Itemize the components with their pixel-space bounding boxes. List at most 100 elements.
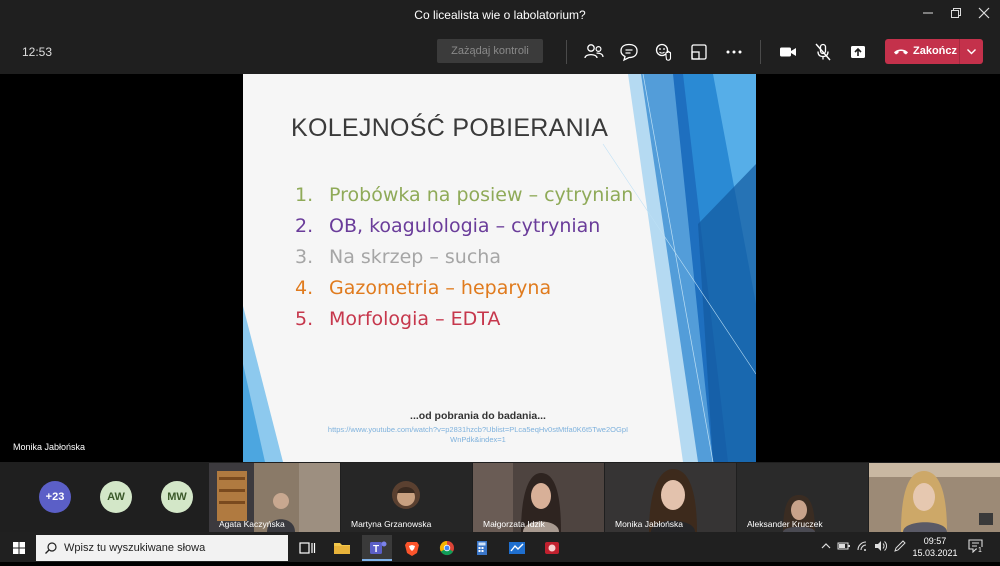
window-title: Co licealista wie o labolatorium? bbox=[414, 8, 586, 22]
battery-icon bbox=[837, 542, 850, 550]
participant-tile[interactable]: Agata Kaczyńska bbox=[209, 463, 340, 532]
slide-title: KOLEJNOŚĆ POBIERANIA bbox=[291, 114, 609, 142]
slide-item-text: Na skrzep – sucha bbox=[329, 246, 501, 268]
whiteboard-icon bbox=[509, 542, 525, 554]
meeting-toolbar: 12:53 Zażądaj kontroli Zakończ bbox=[0, 30, 1000, 74]
minimize-button[interactable] bbox=[914, 4, 942, 26]
task-view-button[interactable] bbox=[292, 535, 322, 561]
presentation-slide: KOLEJNOŚĆ POBIERANIA 1. Probówka na posi… bbox=[243, 74, 756, 462]
taskbar-app-media[interactable] bbox=[537, 535, 567, 561]
participant-name: Małgorzata Idzik bbox=[483, 519, 545, 529]
task-view-icon bbox=[299, 542, 316, 554]
participant-name: Aleksander Kruczek bbox=[747, 519, 823, 529]
taskbar-date: 15.03.2021 bbox=[912, 548, 958, 558]
slide-list-item: 3. Na skrzep – sucha bbox=[295, 242, 655, 273]
participant-name: Agata Kaczyńska bbox=[219, 519, 285, 529]
more-actions-button[interactable] bbox=[722, 40, 746, 64]
shared-content-stage: KOLEJNOŚĆ POBIERANIA 1. Probówka na posi… bbox=[0, 74, 1000, 462]
notification-count-badge: 1 bbox=[977, 547, 983, 554]
participant-gallery: +23 AW MW Agata Kaczyńska Martyna Grzano… bbox=[0, 462, 1000, 532]
taskbar-time: 09:57 bbox=[923, 536, 947, 546]
minimize-icon bbox=[923, 12, 933, 14]
slide-item-number: 2. bbox=[295, 215, 314, 237]
taskbar-clock[interactable]: 09:57 15.03.2021 bbox=[911, 535, 959, 559]
avatar[interactable]: AW bbox=[100, 481, 132, 513]
taskbar-app-brave[interactable] bbox=[397, 535, 427, 561]
toolbar-divider bbox=[566, 40, 567, 64]
chevron-up-icon bbox=[821, 543, 831, 549]
restore-icon bbox=[951, 8, 961, 18]
slide-list-item: 2. OB, koagulologia – cytrynian bbox=[295, 211, 655, 242]
brave-browser-icon bbox=[405, 542, 419, 556]
slide-item-number: 1. bbox=[295, 184, 314, 206]
taskbar-app-calculator[interactable] bbox=[467, 535, 497, 561]
participant-video bbox=[869, 463, 1000, 532]
toolbar-divider bbox=[760, 40, 761, 64]
maximize-button[interactable] bbox=[942, 4, 970, 26]
end-call-split bbox=[959, 39, 960, 64]
taskbar-app-chrome[interactable] bbox=[432, 535, 462, 561]
taskbar-search-box[interactable]: Wpisz tu wyszukiwane słowa bbox=[36, 535, 288, 561]
search-icon bbox=[45, 542, 57, 554]
more-participants-badge[interactable]: +23 bbox=[39, 481, 71, 513]
close-icon bbox=[978, 7, 990, 19]
slide-list: 1. Probówka na posiew – cytrynian 2. OB,… bbox=[295, 180, 655, 335]
chevron-down-icon[interactable] bbox=[966, 47, 977, 56]
participant-tile[interactable]: Martyna Grzanowska bbox=[341, 463, 472, 532]
breakout-rooms-icon bbox=[691, 44, 707, 60]
speaker-icon bbox=[875, 541, 887, 551]
presenter-name-label: Monika Jabłońska bbox=[13, 442, 86, 452]
participant-tile[interactable]: Aleksander Kruczek bbox=[737, 463, 868, 532]
camera-icon bbox=[780, 47, 796, 57]
participant-tile[interactable]: Monika Jabłońska bbox=[605, 463, 736, 532]
more-icon bbox=[726, 50, 742, 54]
teams-icon: T bbox=[370, 541, 387, 555]
hand-raise-icon bbox=[655, 43, 672, 61]
share-screen-icon bbox=[851, 46, 865, 58]
slide-link-line1[interactable]: https://www.youtube.com/watch?v=p2831hzc… bbox=[243, 425, 713, 434]
tray-wifi[interactable] bbox=[856, 540, 870, 555]
action-center-button[interactable]: 1 bbox=[968, 539, 984, 556]
end-call-label: Zakończ bbox=[913, 45, 958, 57]
svg-text:T: T bbox=[373, 544, 379, 555]
taskbar-app-teams[interactable]: T bbox=[362, 535, 392, 561]
taskbar-app-explorer[interactable] bbox=[327, 535, 357, 561]
participant-name: Martyna Grzanowska bbox=[351, 519, 432, 529]
microphone-button[interactable] bbox=[811, 40, 835, 64]
tray-battery[interactable] bbox=[837, 540, 851, 555]
people-icon bbox=[584, 44, 604, 59]
slide-item-text: Gazometria – heparyna bbox=[329, 277, 552, 299]
slide-item-number: 4. bbox=[295, 277, 314, 299]
slide-list-item: 5. Morfologia – EDTA bbox=[295, 304, 655, 335]
start-button[interactable] bbox=[4, 535, 34, 561]
windows-logo-icon bbox=[13, 542, 25, 554]
os-taskbar: Wpisz tu wyszukiwane słowa T 09:57 15.03… bbox=[0, 532, 1000, 562]
close-window-button[interactable] bbox=[970, 4, 998, 26]
wifi-icon bbox=[857, 541, 867, 551]
camera-button[interactable] bbox=[776, 40, 800, 64]
tray-pen[interactable] bbox=[893, 540, 907, 555]
tray-volume[interactable] bbox=[874, 540, 888, 555]
participant-tile[interactable]: Małgorzata Idzik bbox=[473, 463, 604, 532]
slide-item-text: OB, koagulologia – cytrynian bbox=[329, 215, 601, 237]
participant-tile[interactable] bbox=[869, 463, 1000, 532]
participants-button[interactable] bbox=[582, 40, 606, 64]
taskbar-app-whiteboard[interactable] bbox=[502, 535, 532, 561]
slide-link-line2[interactable]: WnPdk&index=1 bbox=[243, 435, 713, 444]
breakout-rooms-button[interactable] bbox=[687, 40, 711, 64]
participant-name: Monika Jabłońska bbox=[615, 519, 684, 529]
meeting-timer: 12:53 bbox=[22, 45, 53, 59]
tray-overflow-button[interactable] bbox=[820, 540, 832, 555]
slide-item-text: Probówka na posiew – cytrynian bbox=[329, 184, 634, 206]
phone-hangup-icon bbox=[894, 49, 908, 55]
reactions-button[interactable] bbox=[652, 40, 676, 64]
request-control-button[interactable]: Zażądaj kontroli bbox=[437, 39, 543, 63]
chat-button[interactable] bbox=[617, 40, 641, 64]
search-placeholder: Wpisz tu wyszukiwane słowa bbox=[64, 542, 206, 554]
slide-item-text: Morfologia – EDTA bbox=[329, 308, 501, 330]
folder-icon bbox=[334, 543, 350, 554]
end-call-button[interactable]: Zakończ bbox=[885, 39, 983, 64]
calculator-icon bbox=[477, 541, 487, 555]
avatar[interactable]: MW bbox=[161, 481, 193, 513]
share-content-button[interactable] bbox=[846, 40, 870, 64]
